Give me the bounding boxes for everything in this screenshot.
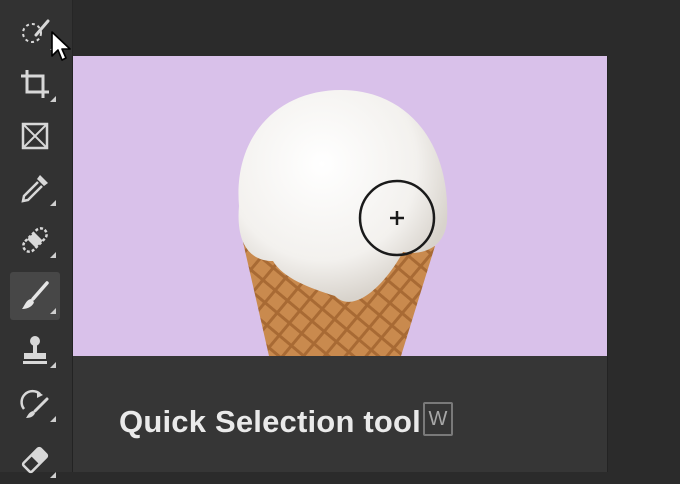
tooltip-title: Quick Selection tool [119, 404, 421, 439]
tool-group-indicator [50, 416, 56, 422]
tool-preview-image [73, 56, 607, 356]
mouse-pointer-icon [51, 31, 71, 61]
tool-group-indicator [50, 252, 56, 258]
history-brush-tool-button[interactable] [10, 380, 60, 428]
history-brush-icon [20, 389, 49, 418]
tools-panel [0, 0, 73, 478]
clone-stamp-tool-button[interactable] [10, 326, 60, 374]
brush-icon [22, 281, 49, 309]
tool-group-indicator [50, 362, 56, 368]
frame-tool-button[interactable] [10, 112, 60, 160]
stamp-icon [23, 336, 47, 364]
eraser-tool-button[interactable] [10, 436, 60, 484]
shortcut-key-badge: W [423, 402, 453, 436]
crop-icon [21, 70, 49, 98]
bandage-icon [22, 227, 48, 253]
brush-tool-button[interactable] [10, 272, 60, 320]
tool-group-indicator [50, 200, 56, 206]
eyedropper-tool-button[interactable] [10, 164, 60, 212]
quick-selection-icon [22, 19, 50, 43]
tool-group-indicator [50, 472, 56, 478]
crop-tool-button[interactable] [10, 60, 60, 108]
tool-group-indicator [50, 96, 56, 102]
eyedropper-icon [21, 175, 48, 203]
frame-icon [21, 122, 49, 150]
tool-group-indicator [50, 308, 56, 314]
tool-tooltip: Quick Selection tool W [72, 56, 608, 472]
spot-healing-tool-button[interactable] [10, 216, 60, 264]
